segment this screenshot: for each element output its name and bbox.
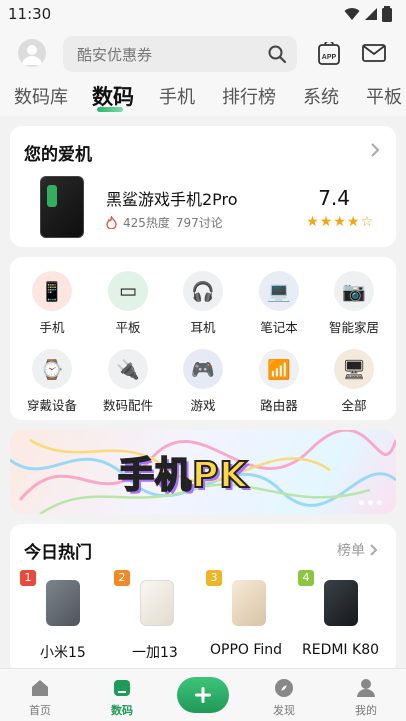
compass-icon (273, 677, 295, 699)
nav-digital[interactable]: 数码 (92, 677, 152, 718)
category-label: 路由器 (260, 398, 298, 413)
category-laptop[interactable]: 💻 笔记本 (243, 271, 315, 336)
router-icon: 📶 (259, 349, 299, 389)
rank-badge: 2 (114, 570, 130, 586)
charger-icon: 🔌 (108, 349, 148, 389)
status-icons (344, 6, 392, 22)
app-store-icon[interactable]: APP (318, 40, 340, 70)
all-devices-icon: 🖥 (334, 349, 374, 389)
banner-text: 手机PK (117, 454, 249, 497)
tab-phone[interactable]: 手机 (159, 83, 195, 109)
digital-icon (111, 677, 133, 699)
search-bar[interactable]: 酷安优惠券 (63, 36, 297, 72)
product-image (46, 580, 80, 626)
search-icon (268, 45, 287, 64)
category-label: 数码配件 (102, 398, 153, 413)
category-game[interactable]: 🎮 游戏 (167, 349, 239, 414)
tablet-icon: ▭ (108, 271, 148, 311)
laptop-icon: 💻 (259, 271, 299, 311)
category-all[interactable]: 🖥 全部 (318, 349, 390, 414)
user-icon (355, 677, 377, 699)
category-label: 耳机 (190, 320, 216, 335)
category-tablet[interactable]: ▭ 平板 (92, 271, 164, 336)
phone-image (40, 176, 84, 238)
product-image (324, 580, 358, 626)
status-bar: 11:30 (0, 0, 406, 30)
product-name: 小米15 (40, 645, 86, 661)
mail-icon[interactable] (362, 44, 386, 66)
rating-stars: ★★★★☆ (306, 214, 374, 230)
category-label: 手机 (39, 320, 65, 335)
active-tab-indicator (97, 107, 123, 112)
nav-home[interactable]: 首页 (10, 677, 70, 718)
nav-label: 发现 (273, 704, 295, 717)
headphones-icon: 🎧 (183, 271, 223, 311)
my-phone-card[interactable]: 您的爱机 黑鲨游戏手机2Pro 425热度 797讨论 7.4 ★★★★☆ (10, 126, 396, 247)
tab-ranking[interactable]: 排行榜 (222, 83, 276, 109)
discussion-count: 797讨论 (175, 216, 223, 230)
battery-icon (382, 6, 392, 22)
smart-home-icon: 📷 (334, 271, 374, 311)
category-label: 全部 (341, 398, 367, 413)
category-label: 平板 (115, 320, 141, 335)
category-phone[interactable]: 📱 手机 (16, 271, 88, 336)
category-label: 笔记本 (260, 320, 298, 335)
category-label: 智能家居 (328, 320, 379, 335)
signal-icon (365, 8, 377, 20)
search-placeholder: 酷安优惠券 (77, 46, 153, 64)
home-icon (29, 677, 51, 699)
product-name: OPPO Find (210, 642, 283, 658)
category-tabs: 数码库 数码 手机 排行榜 系统 平板 (0, 78, 406, 116)
nav-label: 数码 (111, 704, 133, 717)
avatar[interactable] (18, 39, 46, 67)
user-avatar-icon (22, 45, 42, 65)
wifi-icon (344, 8, 360, 20)
rating-score: 7.4 (318, 186, 350, 210)
bottom-navigation: 首页 数码 发现 我的 (0, 668, 406, 721)
banner-pagination (359, 500, 382, 505)
category-headphones[interactable]: 🎧 耳机 (167, 271, 239, 336)
phone-icon: 📱 (32, 271, 72, 311)
category-smart-home[interactable]: 📷 智能家居 (318, 271, 390, 336)
category-label: 游戏 (190, 398, 216, 413)
chevron-right-icon[interactable] (370, 142, 380, 158)
phone-meta: 425热度 797讨论 (106, 214, 223, 231)
plus-icon (195, 687, 211, 703)
category-label: 穿戴设备 (26, 398, 77, 413)
status-time: 11:30 (8, 5, 52, 23)
phone-name: 黑鲨游戏手机2Pro (106, 190, 238, 209)
ranking-link[interactable]: 榜单 (337, 540, 378, 560)
nav-label: 首页 (29, 704, 51, 717)
category-grid: 📱 手机 ▭ 平板 🎧 耳机 💻 笔记本 📷 智能家居 ⌚ 穿戴设备 🔌 数码配… (10, 257, 396, 420)
rank-badge: 3 (206, 570, 222, 586)
heat-count: 425热度 (123, 216, 170, 230)
tab-digital-library[interactable]: 数码库 (14, 83, 68, 109)
nav-discover[interactable]: 发现 (254, 677, 314, 718)
nav-label: 我的 (355, 704, 377, 717)
tab-tablet[interactable]: 平板 (366, 83, 402, 109)
ranking-link-label: 榜单 (337, 543, 365, 559)
product-image (232, 580, 266, 626)
chevron-right-icon (370, 544, 378, 556)
wearable-icon: ⌚ (32, 349, 72, 389)
tab-system[interactable]: 系统 (303, 83, 339, 109)
today-hot-title: 今日热门 (24, 543, 92, 563)
my-phone-title: 您的爱机 (24, 145, 92, 165)
game-console-icon: 🎮 (183, 349, 223, 389)
pk-banner[interactable]: 手机PK (10, 430, 396, 514)
category-accessories[interactable]: 🔌 数码配件 (92, 349, 164, 414)
product-image (140, 580, 174, 626)
add-post-button[interactable] (177, 677, 229, 713)
product-name: REDMI K80 (302, 642, 380, 658)
category-router[interactable]: 📶 路由器 (243, 349, 315, 414)
rank-badge: 4 (298, 570, 314, 586)
header: 酷安优惠券 APP (0, 30, 406, 78)
category-wearable[interactable]: ⌚ 穿戴设备 (16, 349, 88, 414)
today-hot-card: 今日热门 榜单 1 小米15 2 一加13 3 OPPO Find 4 REDM… (10, 524, 396, 674)
nav-profile[interactable]: 我的 (336, 677, 396, 718)
flame-icon (106, 216, 117, 229)
rank-badge: 1 (20, 570, 36, 586)
app-icon-text: APP (322, 54, 337, 61)
